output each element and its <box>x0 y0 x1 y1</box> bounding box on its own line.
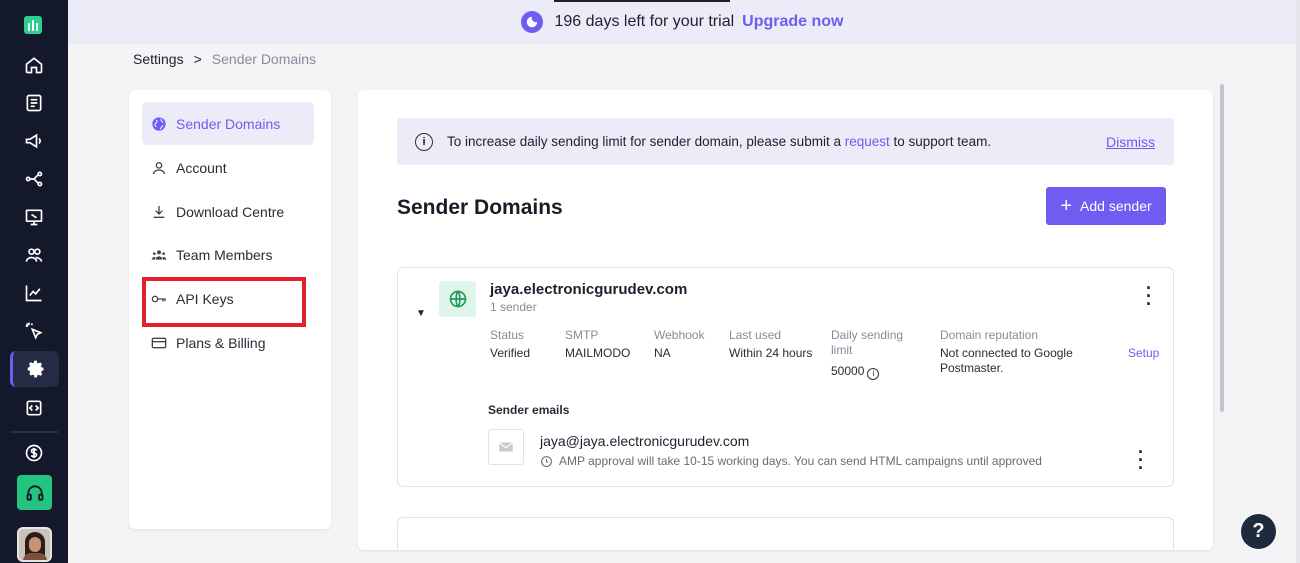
email-more-options-icon[interactable]: · · · <box>1138 443 1144 477</box>
breadcrumb: Settings > Sender Domains <box>133 51 316 67</box>
window-edge <box>1296 0 1300 563</box>
template-icon[interactable] <box>14 199 54 235</box>
limit-notice: i To increase daily sending limit for se… <box>397 118 1174 165</box>
mailmodo-logo[interactable] <box>24 16 42 34</box>
globe-icon <box>152 116 166 131</box>
app-rail <box>0 0 68 563</box>
domain-more-options-icon[interactable]: · · · <box>1146 279 1152 313</box>
limit-info-icon[interactable]: i <box>867 368 880 380</box>
sender-email: jaya@jaya.electronicgurudev.com <box>540 433 750 449</box>
nav-item-plans-billing[interactable]: Plans & Billing <box>142 321 314 364</box>
notice-text: To increase daily sending limit for send… <box>447 134 992 149</box>
page-scrollbar[interactable] <box>1220 84 1224 412</box>
domain-globe-icon <box>439 281 476 317</box>
col-status: Status Verified <box>490 328 531 360</box>
domain-card-next <box>397 517 1174 550</box>
col-last-used: Last used Within 24 hours <box>729 328 813 360</box>
upgrade-now-link[interactable]: Upgrade now <box>742 13 843 31</box>
col-smtp: SMTP MAILMODO <box>565 328 631 360</box>
analytics-icon[interactable] <box>14 275 54 311</box>
megaphone-icon[interactable] <box>14 123 54 159</box>
sender-domains-panel: i To increase daily sending limit for se… <box>358 90 1213 550</box>
envelope-icon <box>488 429 524 465</box>
add-sender-label: Add sender <box>1080 198 1152 214</box>
add-sender-button[interactable]: + Add sender <box>1046 187 1166 225</box>
domain-card: ▼ jaya.electronicgurudev.com 1 sender · ·… <box>397 267 1174 487</box>
domain-name: jaya.electronicgurudev.com <box>490 281 688 298</box>
breadcrumb-settings[interactable]: Settings <box>133 51 184 67</box>
sender-emails-label: Sender emails <box>488 403 570 417</box>
info-icon: i <box>415 132 433 151</box>
settings-icon[interactable] <box>10 351 59 387</box>
trial-banner: 196 days left for your trial Upgrade now <box>68 0 1296 44</box>
audience-icon[interactable] <box>14 237 54 273</box>
nav-label: Plans & Billing <box>176 334 266 351</box>
setup-link[interactable]: Setup <box>1128 346 1159 360</box>
nav-item-download-centre[interactable]: Download Centre <box>142 190 314 233</box>
team-icon <box>151 249 167 260</box>
sender-count: 1 sender <box>490 300 537 314</box>
home-icon[interactable] <box>14 47 54 83</box>
user-icon <box>153 161 165 174</box>
nav-item-team-members[interactable]: Team Members <box>142 233 314 276</box>
nav-item-sender-domains[interactable]: Sender Domains <box>142 102 314 145</box>
dismiss-link[interactable]: Dismiss <box>1106 134 1155 150</box>
clock-icon <box>541 455 552 467</box>
trial-days-text: 196 days left for your trial <box>554 13 735 30</box>
nav-label: Team Members <box>176 246 273 263</box>
click-icon[interactable] <box>14 313 54 349</box>
col-webhook: Webhook NA <box>654 328 705 360</box>
document-icon[interactable] <box>14 85 54 121</box>
banner-top-line <box>554 0 730 2</box>
credit-card-icon <box>151 337 167 348</box>
help-button[interactable]: ? <box>1241 514 1276 549</box>
breadcrumb-current: Sender Domains <box>211 51 317 67</box>
code-icon[interactable] <box>14 390 54 426</box>
journey-icon[interactable] <box>14 161 54 197</box>
nav-item-account[interactable]: Account <box>142 146 314 189</box>
plus-icon: + <box>1060 195 1073 217</box>
collapse-caret-icon[interactable]: ▼ <box>416 308 426 319</box>
rail-divider <box>10 431 58 433</box>
billing-icon[interactable] <box>14 435 54 471</box>
headset-icon <box>26 484 43 501</box>
breadcrumb-separator: > <box>193 51 202 67</box>
request-link[interactable]: request <box>845 134 890 149</box>
download-icon <box>153 205 165 218</box>
page-title: Sender Domains <box>397 196 563 219</box>
api-keys-highlight <box>142 277 306 327</box>
nav-label: Sender Domains <box>176 115 281 132</box>
support-headset-button[interactable] <box>17 475 52 510</box>
col-daily-limit: Daily sending limit 50000 i <box>831 328 904 380</box>
trial-moon-icon <box>520 11 543 33</box>
user-avatar[interactable] <box>17 527 52 562</box>
nav-label: Download Centre <box>176 203 285 220</box>
amp-note: AMP approval will take 10-15 working day… <box>540 454 1042 468</box>
nav-label: Account <box>176 159 227 176</box>
col-domain-reputation: Domain reputation Not connected to Googl… <box>940 328 1073 375</box>
